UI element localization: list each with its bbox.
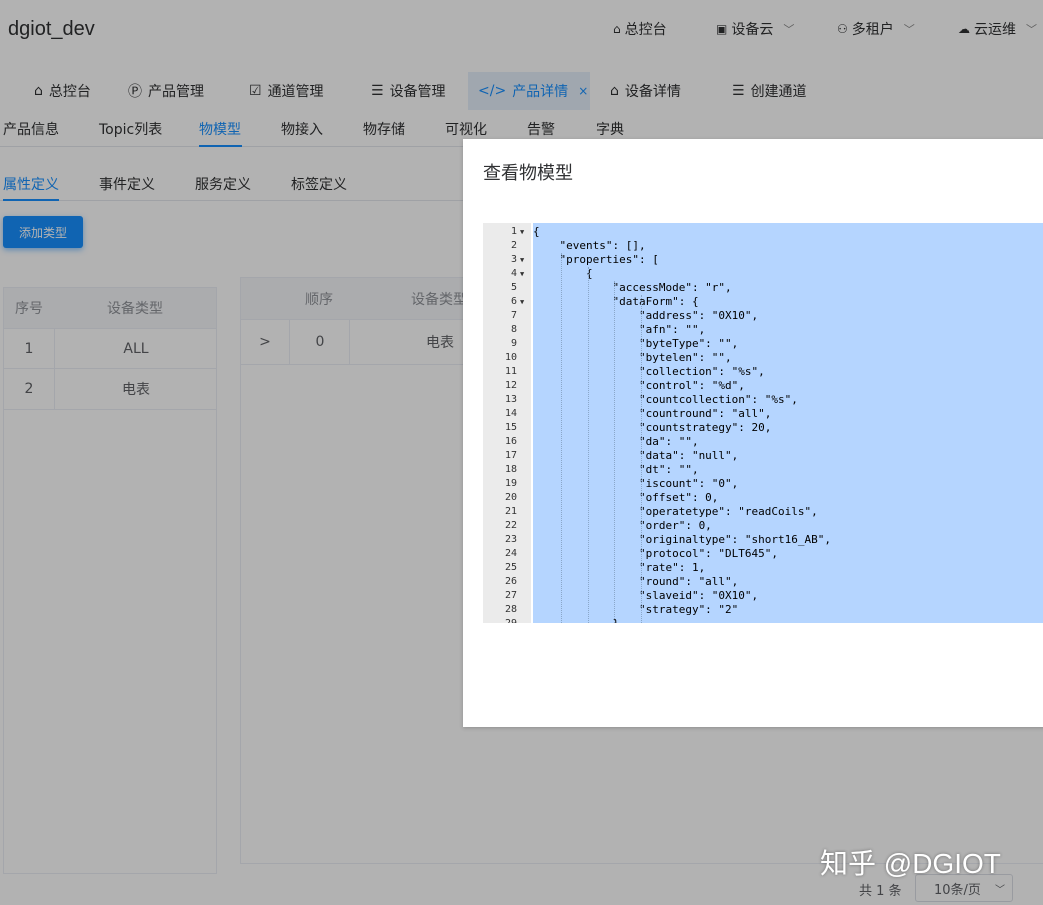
code-text: "countround": "all",	[533, 407, 772, 420]
code-line: 19 "iscount": "0",	[483, 477, 1043, 491]
line-number: 21	[504, 506, 517, 517]
line-number: 29	[483, 617, 517, 623]
code-text: "control": "%d",	[533, 379, 745, 392]
code-text: "strategy": "2"	[533, 603, 739, 616]
code-text: "properties": [	[533, 253, 659, 266]
line-number: 11	[504, 366, 517, 377]
line-number: 22	[504, 520, 517, 531]
line-number: 26	[504, 576, 517, 587]
line-number: 23	[504, 534, 517, 545]
json-code-editor[interactable]: 1 ▼{2 "events": [], 3 ▼ "properties": [4 ▼ {…	[483, 223, 1043, 623]
code-line: 26 "round": "all",	[483, 575, 1043, 589]
code-text: "slaveid": "0X10",	[533, 589, 759, 602]
dialog-title: 查看物模型	[483, 163, 573, 184]
fold-toggle-icon[interactable]: ▼	[520, 253, 524, 267]
line-number: 24	[504, 548, 517, 559]
code-line: 18 "dt": "",	[483, 463, 1043, 477]
thing-model-dialog: 查看物模型 1 ▼{2 "events": [], 3 ▼ "properties":…	[463, 139, 1043, 727]
code-line: 3 ▼ "properties": [	[483, 253, 1043, 267]
watermark: 知乎 @DGIOT	[820, 848, 1001, 879]
code-line: 13 "countcollection": "%s",	[483, 393, 1043, 407]
line-number: 5	[510, 282, 517, 293]
indent-guide	[588, 267, 589, 623]
code-text: "data": "null",	[533, 449, 739, 462]
code-text: {	[533, 225, 540, 238]
code-line: 22 "order": 0,	[483, 519, 1043, 533]
code-text: "order": 0,	[533, 519, 712, 532]
line-number: 25	[504, 562, 517, 573]
line-number: 19	[504, 478, 517, 489]
code-text: "originaltype": "short16_AB",	[533, 533, 832, 546]
code-line: 14 "countround": "all",	[483, 407, 1043, 421]
code-line: 24 "protocol": "DLT645",	[483, 547, 1043, 561]
line-number: 12	[504, 380, 517, 391]
line-number: 9	[510, 338, 517, 349]
line-number: 18	[504, 464, 517, 475]
code-text: "countstrategy": 20,	[533, 421, 772, 434]
code-line: 20 "offset": 0,	[483, 491, 1043, 505]
code-line: 9 "byteType": "",	[483, 337, 1043, 351]
code-text: "byteType": "",	[533, 337, 739, 350]
code-text: "protocol": "DLT645",	[533, 547, 779, 560]
line-number: 14	[504, 408, 517, 419]
line-number: 17	[504, 450, 517, 461]
line-number: 1	[510, 226, 517, 237]
indent-guide	[641, 295, 642, 623]
code-line: 10 "bytelen": "",	[483, 351, 1043, 365]
line-number: 3	[510, 254, 517, 265]
code-text: "dt": "",	[533, 463, 699, 476]
line-number: 6	[510, 296, 517, 307]
code-text: "collection": "%s",	[533, 365, 765, 378]
code-text: "da": "",	[533, 435, 699, 448]
line-number: 28	[504, 604, 517, 615]
code-text: "countcollection": "%s",	[533, 393, 798, 406]
line-number: 10	[504, 352, 517, 363]
line-number: 8	[510, 324, 517, 335]
code-text: "accessMode": "r",	[533, 281, 732, 294]
code-text: "iscount": "0",	[533, 477, 739, 490]
code-line: 17 "data": "null",	[483, 449, 1043, 463]
indent-guide	[614, 281, 615, 623]
code-line: 28 "strategy": "2"	[483, 603, 1043, 617]
line-number: 15	[504, 422, 517, 433]
code-text: {	[533, 267, 593, 280]
code-line: 7 "address": "0X10",	[483, 309, 1043, 323]
fold-toggle-icon[interactable]: ▼	[520, 295, 524, 309]
code-text: "afn": "",	[533, 323, 706, 336]
code-text: "rate": 1,	[533, 561, 706, 574]
line-number: 13	[504, 394, 517, 405]
code-line: 21 "operatetype": "readCoils",	[483, 505, 1043, 519]
code-line: 5 "accessMode": "r",	[483, 281, 1043, 295]
line-number: 4	[510, 268, 517, 279]
line-number: 20	[504, 492, 517, 503]
code-line: 11 "collection": "%s",	[483, 365, 1043, 379]
fold-toggle-icon[interactable]: ▼	[520, 225, 524, 239]
code-text: "bytelen": "",	[533, 351, 732, 364]
code-text: "address": "0X10",	[533, 309, 759, 322]
line-number: 7	[510, 310, 517, 321]
code-line: 12 "control": "%d",	[483, 379, 1043, 393]
code-line: 27 "slaveid": "0X10",	[483, 589, 1043, 603]
line-number: 2	[510, 240, 517, 251]
code-line: 25 "rate": 1,	[483, 561, 1043, 575]
line-number: 27	[504, 590, 517, 601]
code-line: 23 "originaltype": "short16_AB",	[483, 533, 1043, 547]
code-line: 8 "afn": "",	[483, 323, 1043, 337]
code-line: 1 ▼ {	[483, 225, 1043, 239]
code-text: "operatetype": "readCoils",	[533, 505, 818, 518]
indent-guide	[561, 253, 562, 623]
code-text: "round": "all",	[533, 575, 739, 588]
fold-toggle-icon[interactable]: ▼	[520, 267, 524, 281]
code-line: 16 "da": "",	[483, 435, 1043, 449]
code-text: }	[533, 617, 619, 623]
line-number: 16	[504, 436, 517, 447]
code-text: "events": [],	[533, 239, 646, 252]
code-line: 4 ▼ {	[483, 267, 1043, 281]
code-line: 29 }	[483, 617, 1043, 623]
code-line: 2 "events": [],	[483, 239, 1043, 253]
code-line: 6 ▼ "dataForm": {	[483, 295, 1043, 309]
code-line: 15 "countstrategy": 20,	[483, 421, 1043, 435]
code-text: "dataForm": {	[533, 295, 699, 308]
